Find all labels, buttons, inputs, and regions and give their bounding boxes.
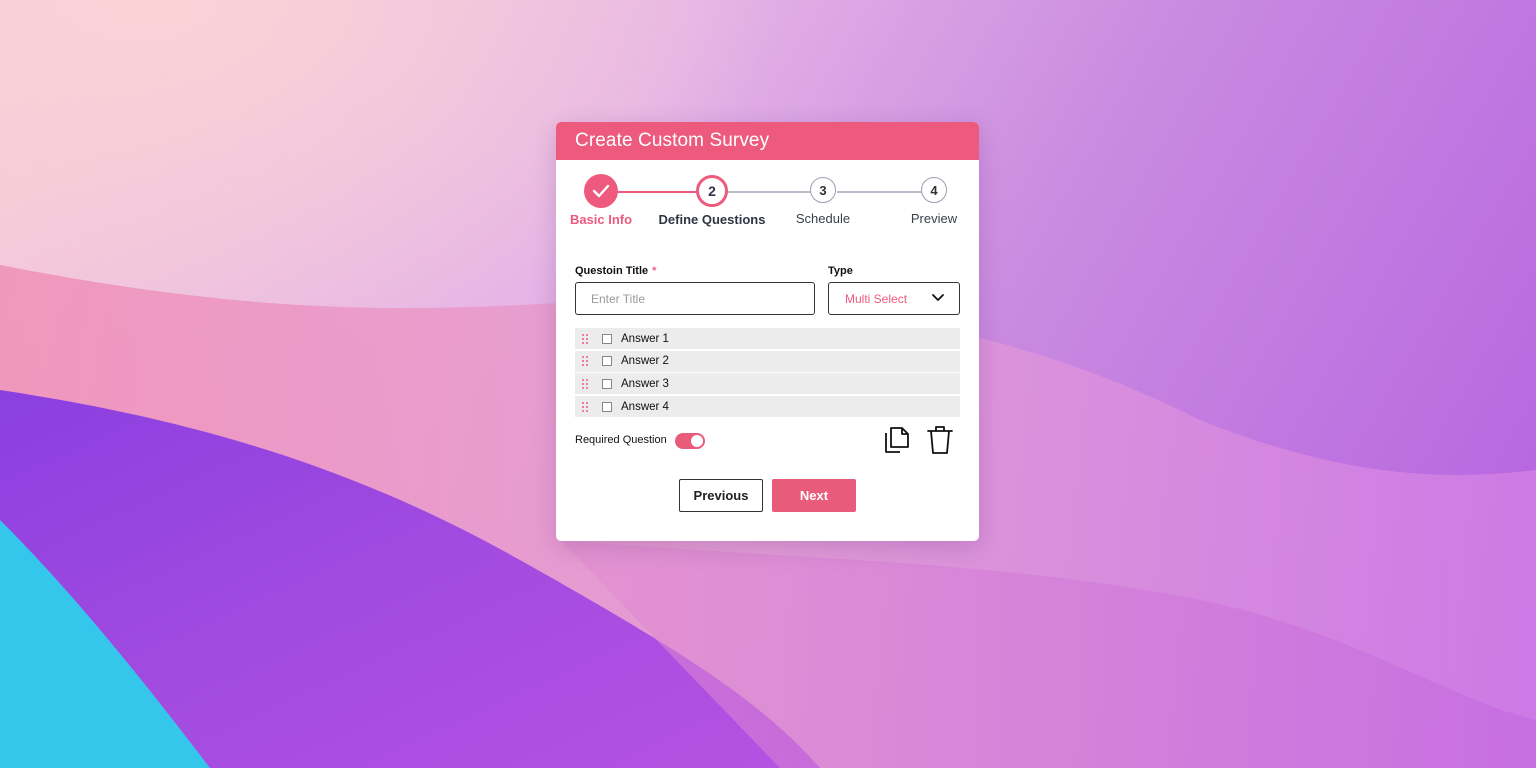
question-form-row: Questoin Title* Type Multi Select: [575, 265, 960, 317]
answer-label: Answer 1: [621, 332, 669, 345]
drag-handle-icon[interactable]: [582, 333, 588, 344]
type-select-value: Multi Select: [845, 291, 908, 306]
answer-checkbox[interactable]: [602, 401, 612, 412]
step-number: 3: [819, 182, 827, 198]
question-title-label: Questoin Title *: [575, 265, 960, 277]
question-title-label-text: Questoin Title: [575, 265, 649, 277]
required-question-label: Required Question: [575, 434, 667, 446]
answer-row[interactable]: Answer 1: [575, 328, 960, 349]
answer-row[interactable]: Answer 3: [575, 373, 960, 395]
type-field: Type Multi Select: [828, 265, 960, 315]
duplicate-question-button[interactable]: [880, 424, 912, 461]
stepper: Basic Info 2 Define Questions 3 Schedule…: [556, 160, 979, 242]
required-asterisk: *: [652, 265, 657, 277]
previous-button[interactable]: Previous: [679, 479, 763, 512]
type-select[interactable]: Multi Select: [828, 282, 960, 315]
delete-question-button[interactable]: [925, 424, 955, 461]
answer-row[interactable]: Answer 2: [575, 350, 960, 372]
answer-label: Answer 4: [621, 400, 669, 413]
answer-checkbox[interactable]: [602, 333, 612, 344]
step-label: Preview: [910, 211, 958, 226]
trash-icon: [927, 426, 953, 454]
step-circle-active: 2: [696, 175, 728, 207]
type-label: Type: [828, 265, 853, 277]
check-icon: [592, 184, 610, 198]
dialog-actions: Previous Next: [556, 479, 979, 513]
answer-list: Answer 1 Answer 2 Answer 3 Answer 4: [575, 328, 960, 419]
copy-icon: [885, 427, 909, 453]
required-question-toggle[interactable]: [675, 433, 705, 449]
step-number: 4: [930, 182, 938, 198]
drag-handle-icon[interactable]: [582, 356, 588, 367]
answer-label: Answer 2: [621, 355, 669, 368]
survey-dialog: Create Custom Survey Basic Info 2 Define…: [556, 122, 979, 541]
drag-handle-icon[interactable]: [582, 378, 588, 389]
answer-label: Answer 3: [621, 377, 669, 390]
answer-row[interactable]: Answer 4: [575, 396, 960, 418]
answer-checkbox[interactable]: [602, 378, 612, 389]
dialog-title: Create Custom Survey: [556, 122, 979, 160]
step-circle-upcoming: 4: [921, 177, 947, 203]
answer-checkbox[interactable]: [602, 356, 612, 367]
step-circle-upcoming: 3: [810, 177, 836, 203]
question-title-input[interactable]: [575, 282, 815, 315]
step-circle-completed: [584, 174, 618, 208]
required-row: Required Question: [575, 426, 960, 460]
drag-handle-icon[interactable]: [582, 401, 588, 412]
step-preview[interactable]: 4 Preview: [869, 176, 979, 226]
next-button[interactable]: Next: [772, 479, 856, 512]
step-number: 2: [708, 183, 716, 199]
toggle-knob: [691, 435, 703, 447]
chevron-down-icon: [932, 294, 944, 301]
